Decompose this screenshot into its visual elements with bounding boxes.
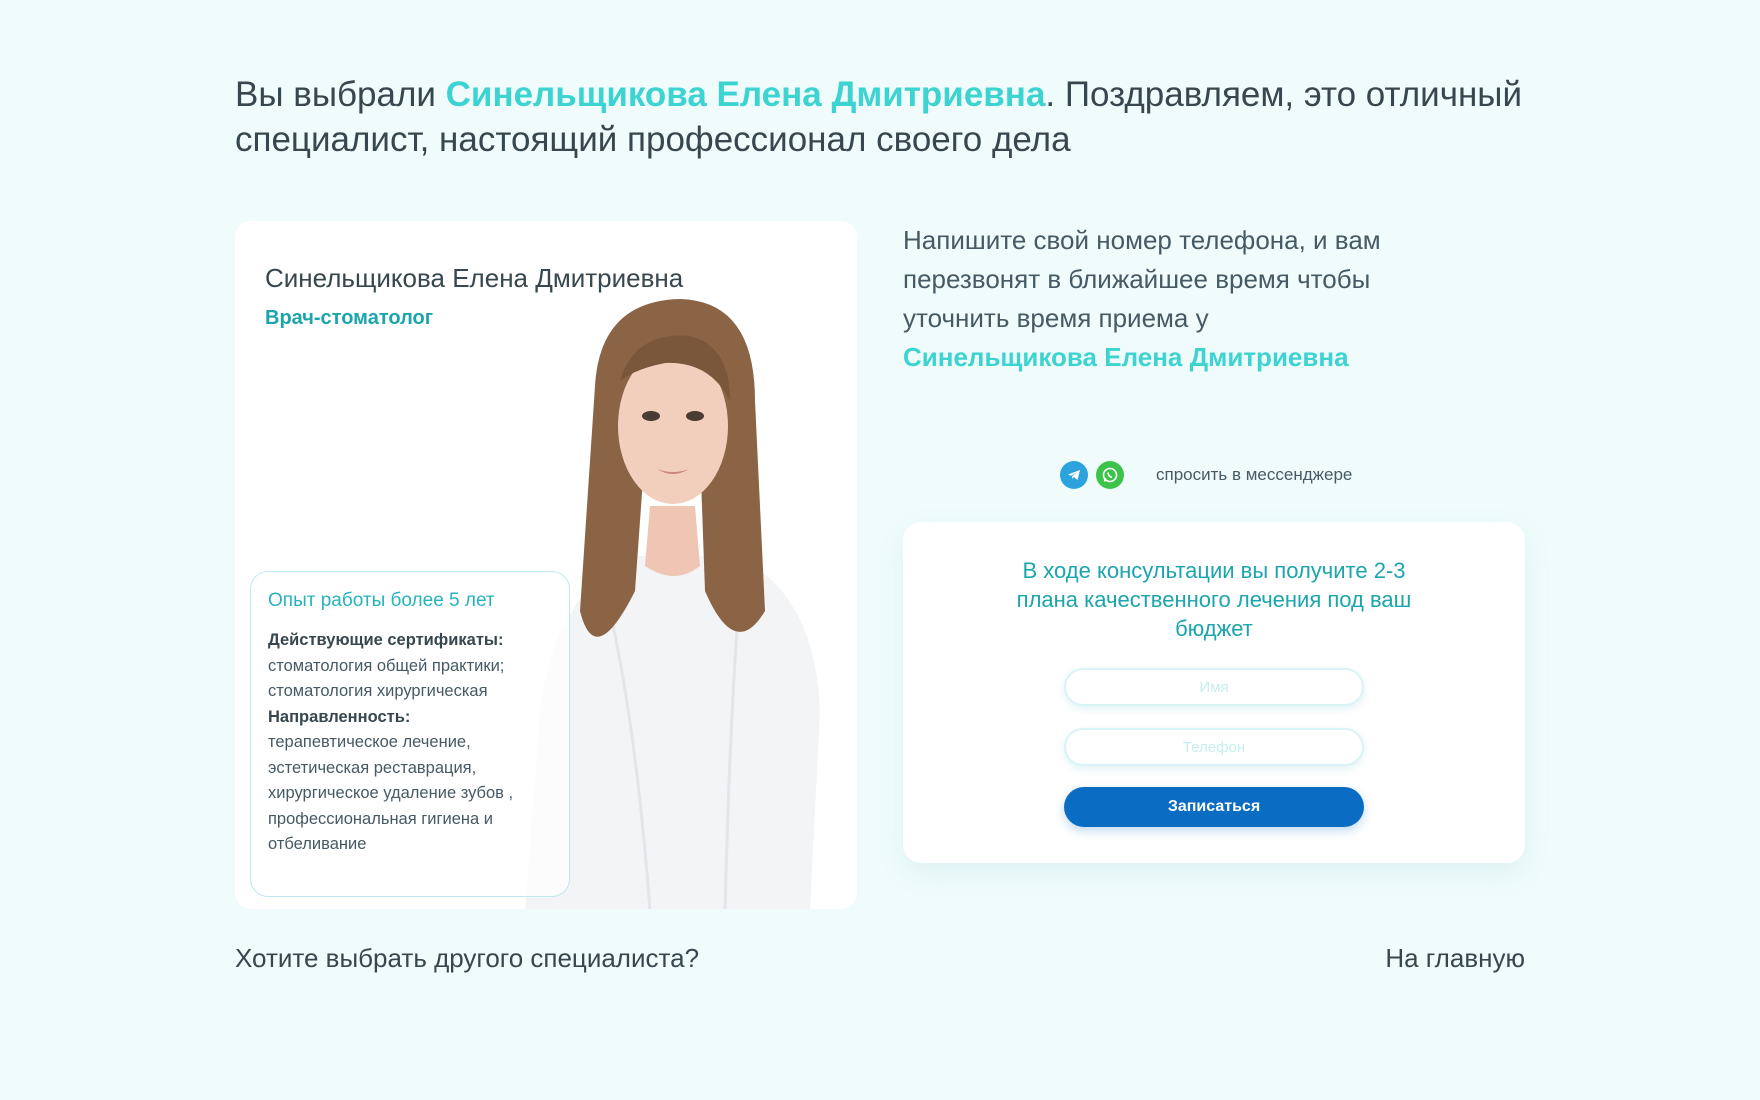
direction-label: Направленность: — [268, 707, 411, 726]
choose-other-specialist-link[interactable]: Хотите выбрать другого специалиста? — [235, 943, 699, 974]
experience-text: Опыт работы более 5 лет — [268, 590, 495, 611]
doctor-card: Синельщикова Елена Дмитриевна Врач-стома… — [235, 221, 857, 909]
callback-doctor-name: Синельщикова Елена Дмитриевна — [903, 342, 1349, 372]
name-input[interactable] — [1064, 668, 1364, 706]
doctor-info-box: Опыт работы более 5 лет Действующие серт… — [250, 571, 570, 897]
whatsapp-icon[interactable] — [1096, 461, 1124, 489]
callback-text: Напишите свой номер телефона, и вам пере… — [903, 225, 1381, 333]
doctor-details: Действующие сертификаты: стоматология об… — [268, 628, 552, 858]
headline-doctor-name: Синельщикова Елена Дмитриевна — [445, 75, 1046, 114]
home-link[interactable]: На главную — [1385, 943, 1525, 974]
certificates-text: стоматология общей практики; стоматологи… — [268, 656, 505, 701]
appointment-form: В ходе консультации вы получите 2-3 план… — [903, 522, 1525, 863]
callback-text-block: Напишите свой номер телефона, и вам пере… — [903, 221, 1463, 377]
certificates-label: Действующие сертификаты: — [268, 631, 504, 649]
submit-button[interactable]: Записаться — [1064, 787, 1364, 827]
headline-prefix: Вы выбрали — [235, 75, 446, 114]
form-title: В ходе консультации вы получите 2-3 план… — [1016, 558, 1412, 641]
telegram-icon[interactable] — [1060, 461, 1088, 489]
phone-input[interactable] — [1064, 728, 1364, 766]
page-headline: Вы выбрали Синельщикова Елена Дмитриевна… — [235, 72, 1535, 162]
doctor-name: Синельщикова Елена Дмитриевна — [265, 263, 684, 293]
messenger-label[interactable]: спросить в мессенджере — [1156, 465, 1352, 485]
messenger-links: спросить в мессенджере — [1060, 460, 1352, 490]
direction-text: терапевтическое лечение, эстетическая ре… — [268, 733, 514, 853]
doctor-role: Врач-стоматолог — [265, 307, 434, 329]
